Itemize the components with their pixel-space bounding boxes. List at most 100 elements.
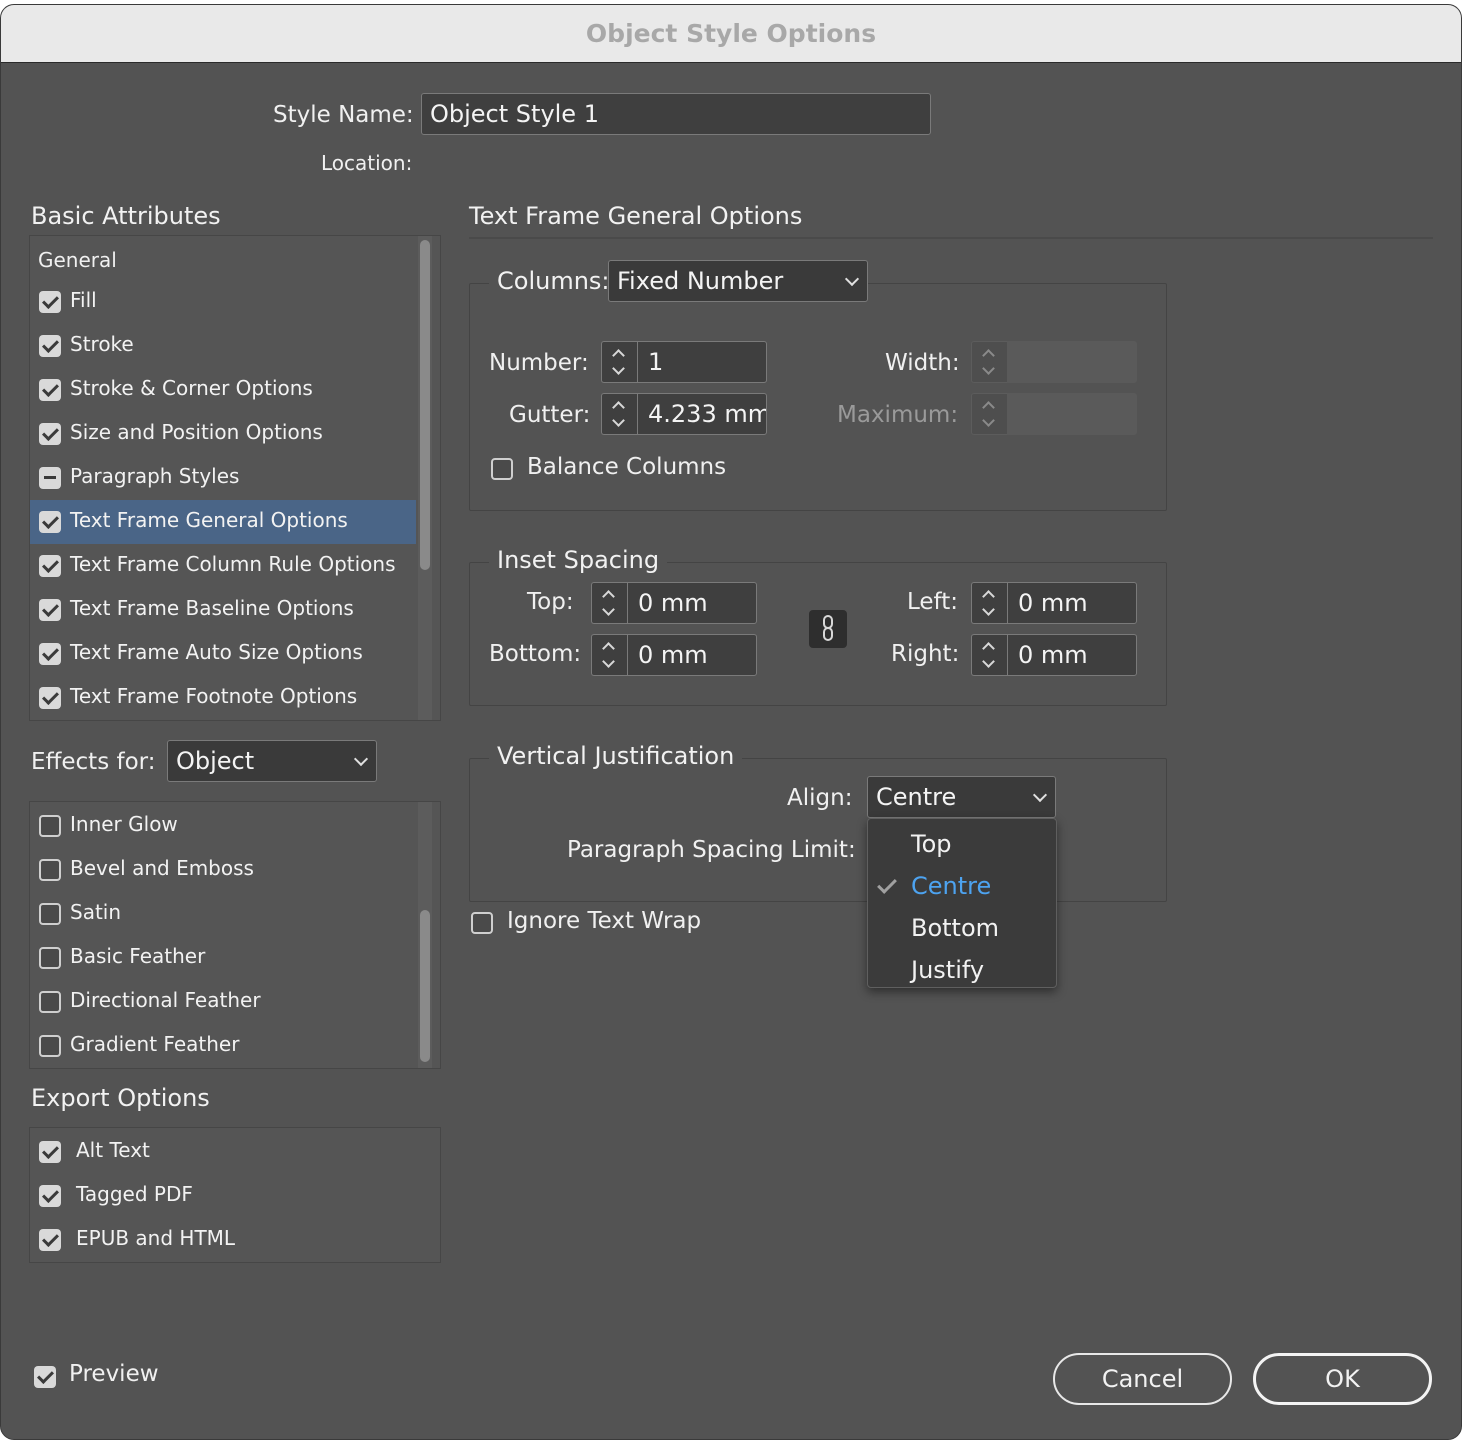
title-bar[interactable]: Object Style Options (1, 5, 1461, 63)
columns-label: Columns: (489, 267, 618, 295)
basic-attr-checkbox-fill[interactable] (39, 291, 61, 313)
export-checkbox-alt-text[interactable] (39, 1141, 61, 1163)
align-option-top[interactable]: Top (868, 823, 1056, 865)
number-input[interactable]: 1 (637, 341, 767, 383)
basic-attr-checkbox-stroke[interactable] (39, 335, 61, 357)
align-dropdown[interactable]: Centre (867, 776, 1056, 818)
align-option-bottom[interactable]: Bottom (868, 907, 1056, 949)
effect-label: Basic Feather (70, 944, 206, 968)
number-stepper-arrows[interactable] (601, 341, 637, 383)
effects-scrollbar[interactable] (418, 802, 432, 1068)
effect-label: Inner Glow (70, 812, 178, 836)
effect-row-gradient-feather[interactable]: Gradient Feather (30, 1024, 416, 1068)
basic-attr-row-text-frame-footnote-options[interactable]: Text Frame Footnote Options (30, 676, 416, 720)
export-row-epub-and-html[interactable]: EPUB and HTML (30, 1218, 416, 1262)
gutter-stepper[interactable]: 4.233 mm (601, 393, 767, 435)
inset-left-arrows[interactable] (971, 582, 1007, 624)
effects-scroll-thumb[interactable] (420, 910, 430, 1062)
preview-checkbox[interactable] (34, 1366, 56, 1388)
style-name-label: Style Name: (273, 102, 414, 128)
basic-attr-checkbox-stroke-and-corner-options[interactable] (39, 379, 61, 401)
effect-row-basic-feather[interactable]: Basic Feather (30, 936, 416, 980)
basic-attr-label: Text Frame Footnote Options (70, 684, 358, 708)
basic-attr-row-size-and-position-options[interactable]: Size and Position Options (30, 412, 416, 456)
ignore-text-wrap-checkbox[interactable] (471, 912, 493, 934)
basic-attr-row-text-frame-baseline-options[interactable]: Text Frame Baseline Options (30, 588, 416, 632)
effect-checkbox-satin[interactable] (39, 903, 61, 925)
chevron-down-icon (353, 751, 369, 767)
number-stepper[interactable]: 1 (601, 341, 767, 383)
effect-row-directional-feather[interactable]: Directional Feather (30, 980, 416, 1024)
basic-attr-checkbox-text-frame-footnote-options[interactable] (39, 687, 61, 709)
basic-attributes-scrollbar[interactable] (418, 236, 432, 720)
inset-left-stepper[interactable]: 0 mm (971, 582, 1137, 624)
export-row-alt-text[interactable]: Alt Text (30, 1130, 416, 1174)
basic-attr-checkbox-text-frame-general-options[interactable] (39, 511, 61, 533)
basic-attr-label: Text Frame Auto Size Options (70, 640, 363, 664)
general-category[interactable]: General (38, 248, 117, 272)
inset-top-input[interactable]: 0 mm (627, 582, 757, 624)
basic-attr-row-stroke-and-corner-options[interactable]: Stroke & Corner Options (30, 368, 416, 412)
link-icon[interactable] (809, 610, 847, 648)
basic-attr-checkbox-text-frame-column-rule-options[interactable] (39, 555, 61, 577)
basic-attr-label: Text Frame General Options (70, 508, 348, 532)
effects-for-dropdown[interactable]: Object (167, 740, 377, 782)
export-options-list: Alt Text Tagged PDF EPUB and HTML (29, 1127, 441, 1263)
inset-bottom-stepper[interactable]: 0 mm (591, 634, 757, 676)
panel-title: Text Frame General Options (469, 202, 803, 230)
export-checkbox-epub-and-html[interactable] (39, 1229, 61, 1251)
effect-label: Gradient Feather (70, 1032, 240, 1056)
basic-attr-row-fill[interactable]: Fill (30, 280, 416, 324)
maximum-label: Maximum: (837, 402, 959, 428)
chevron-down-icon (844, 271, 860, 287)
basic-attr-checkbox-paragraph-styles[interactable] (39, 467, 61, 489)
basic-attr-row-text-frame-column-rule-options[interactable]: Text Frame Column Rule Options (30, 544, 416, 588)
effect-checkbox-bevel-and-emboss[interactable] (39, 859, 61, 881)
basic-attr-checkbox-text-frame-baseline-options[interactable] (39, 599, 61, 621)
inset-right-arrows[interactable] (971, 634, 1007, 676)
effect-row-inner-glow[interactable]: Inner Glow (30, 804, 416, 848)
columns-mode-value: Fixed Number (617, 267, 784, 295)
effect-checkbox-basic-feather[interactable] (39, 947, 61, 969)
effect-row-satin[interactable]: Satin (30, 892, 416, 936)
basic-attr-checkbox-text-frame-auto-size-options[interactable] (39, 643, 61, 665)
effect-checkbox-inner-glow[interactable] (39, 815, 61, 837)
cancel-button[interactable]: Cancel (1053, 1353, 1232, 1405)
gutter-stepper-arrows[interactable] (601, 393, 637, 435)
inset-left-input[interactable]: 0 mm (1007, 582, 1137, 624)
basic-attr-row-text-frame-general-options[interactable]: Text Frame General Options (30, 500, 416, 544)
balance-columns-checkbox[interactable] (491, 458, 513, 480)
basic-attr-row-paragraph-styles[interactable]: Paragraph Styles (30, 456, 416, 500)
basic-attr-row-stroke[interactable]: Stroke (30, 324, 416, 368)
inset-bottom-arrows[interactable] (591, 634, 627, 676)
chevron-up-icon (982, 349, 995, 362)
effect-checkbox-gradient-feather[interactable] (39, 1035, 61, 1057)
effect-row-bevel-and-emboss[interactable]: Bevel and Emboss (30, 848, 416, 892)
align-option-justify[interactable]: Justify (868, 949, 1056, 991)
align-option-centre[interactable]: Centre (868, 865, 1056, 907)
inset-right-stepper[interactable]: 0 mm (971, 634, 1137, 676)
width-stepper-arrows (971, 341, 1007, 383)
inset-top-arrows[interactable] (591, 582, 627, 624)
export-row-tagged-pdf[interactable]: Tagged PDF (30, 1174, 416, 1218)
chevron-up-icon (602, 642, 615, 655)
inset-right-input[interactable]: 0 mm (1007, 634, 1137, 676)
basic-attributes-scroll-thumb[interactable] (420, 240, 430, 570)
columns-dropdown[interactable]: Fixed Number (608, 260, 868, 302)
style-name-input[interactable]: Object Style 1 (421, 93, 931, 135)
vertical-justification-group (469, 758, 1167, 902)
ok-button[interactable]: OK (1253, 1353, 1432, 1405)
chevron-down-icon (612, 414, 625, 427)
basic-attr-label: Fill (70, 288, 97, 312)
basic-attr-row-text-frame-auto-size-options[interactable]: Text Frame Auto Size Options (30, 632, 416, 676)
basic-attributes-title: Basic Attributes (31, 202, 221, 230)
inset-bottom-input[interactable]: 0 mm (627, 634, 757, 676)
effect-checkbox-directional-feather[interactable] (39, 991, 61, 1013)
gutter-input[interactable]: 4.233 mm (637, 393, 767, 435)
inset-top-label: Top: (527, 589, 574, 615)
basic-attr-checkbox-size-and-position-options[interactable] (39, 423, 61, 445)
window-title: Object Style Options (585, 19, 877, 48)
basic-attr-label: Stroke & Corner Options (70, 376, 313, 400)
inset-top-stepper[interactable]: 0 mm (591, 582, 757, 624)
export-checkbox-tagged-pdf[interactable] (39, 1185, 61, 1207)
